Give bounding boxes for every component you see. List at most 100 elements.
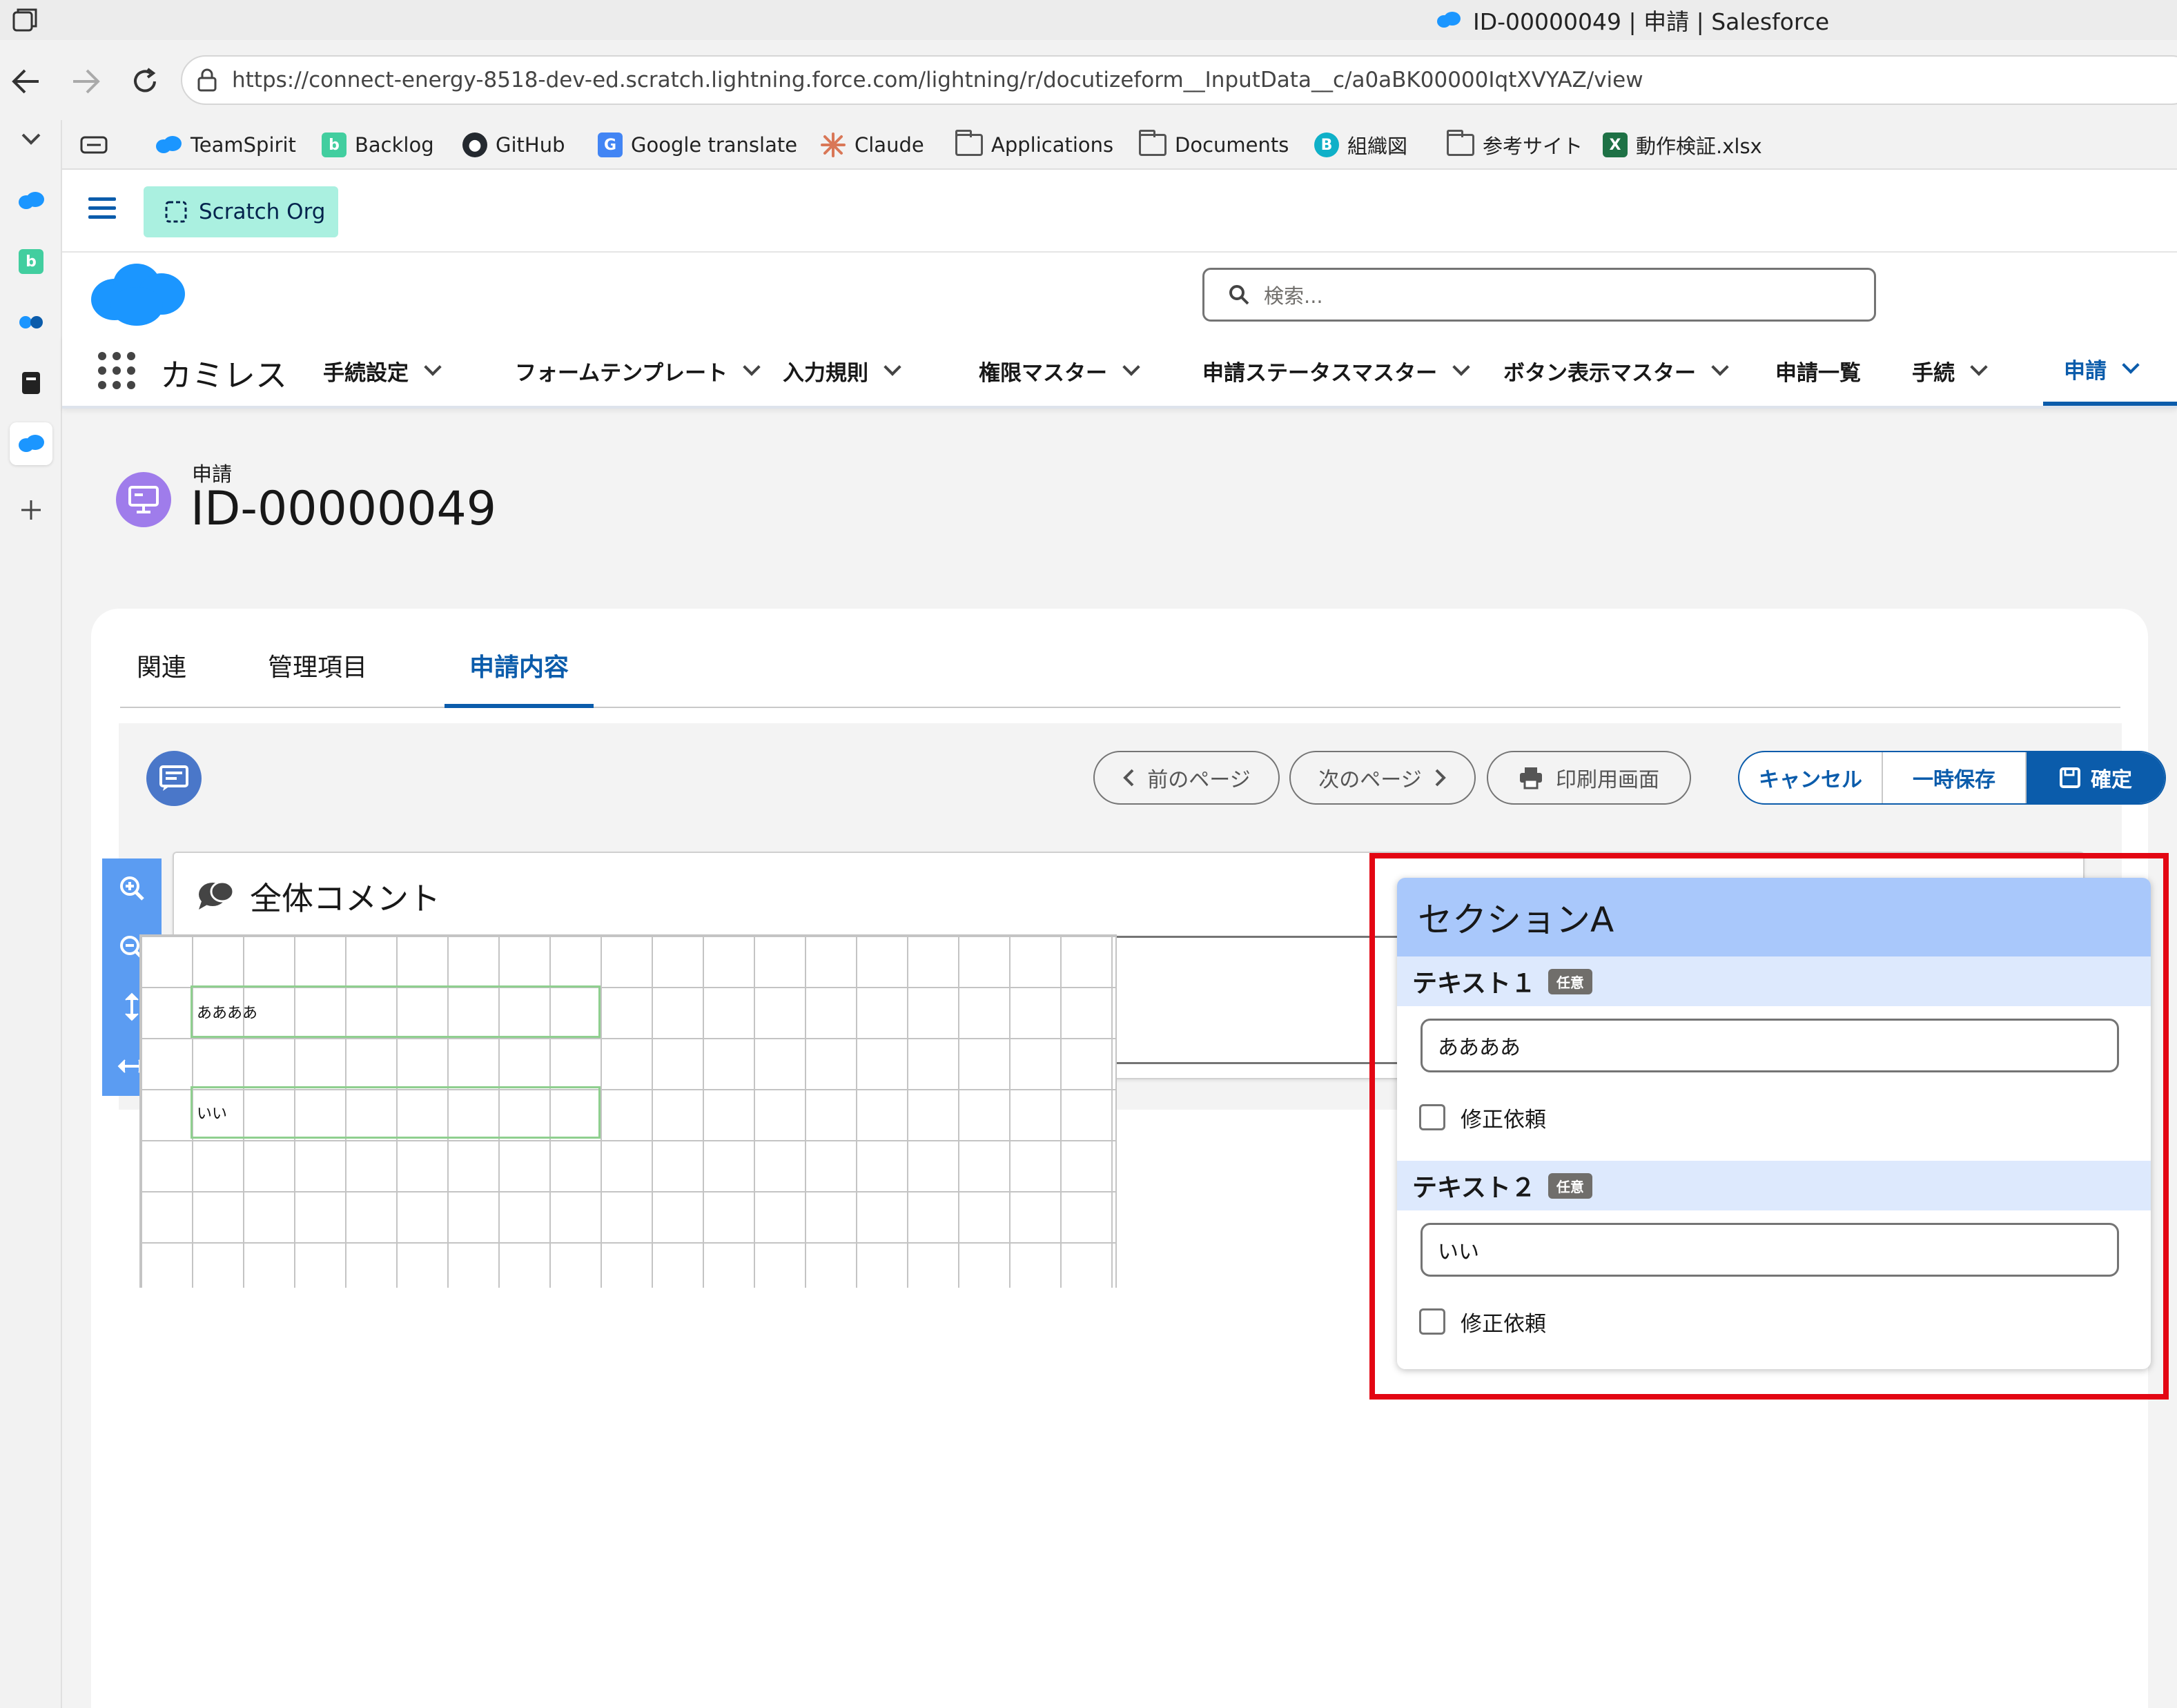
- bookmark-folder-documents[interactable]: Documents: [1139, 127, 1289, 163]
- bookmark-label: Applications: [991, 133, 1114, 157]
- bookmark-excel-file[interactable]: X 動作検証.xlsx: [1603, 127, 1762, 163]
- chevron-down-icon[interactable]: [2122, 356, 2140, 374]
- nav-item-button-display-master[interactable]: ボタン表示マスター: [1503, 335, 1729, 406]
- chevron-down-icon[interactable]: [424, 358, 442, 376]
- chat-bubbles-icon: [199, 881, 235, 910]
- nav-label: 手続設定: [323, 360, 409, 386]
- app-name: カミレス: [160, 357, 287, 394]
- nav-item-application[interactable]: 申請: [2043, 335, 2177, 406]
- next-page-button[interactable]: 次のページ: [1289, 751, 1476, 805]
- zoom-in-button[interactable]: [102, 858, 162, 918]
- reload-icon: [134, 68, 156, 92]
- preview-cell-text2[interactable]: いい: [191, 1086, 601, 1139]
- save-draft-button[interactable]: 一時保存: [1883, 752, 2027, 803]
- menu-icon[interactable]: [88, 197, 116, 222]
- chevron-down-icon[interactable]: [743, 358, 761, 376]
- bookmark-backlog[interactable]: b Backlog: [322, 127, 434, 163]
- forward-button[interactable]: [65, 61, 106, 102]
- nav-item-procedure[interactable]: 手続: [1912, 335, 1988, 406]
- confirm-button[interactable]: 確定: [2027, 752, 2165, 803]
- checkbox-label: 修正依頼: [1461, 1107, 1546, 1132]
- prev-page-label: 前のページ: [1147, 768, 1251, 792]
- monitor-icon: [128, 486, 159, 513]
- chevron-down-icon: [21, 133, 41, 145]
- section-a-panel: セクションA テキスト１ 任意 修正依頼 テキスト２ 任意 修正依頼: [1397, 878, 2151, 1369]
- org-dashed-icon: [165, 201, 187, 223]
- nav-item-permission-master[interactable]: 権限マスター: [979, 335, 1140, 406]
- bookmark-github[interactable]: ● GitHub: [462, 127, 565, 163]
- app-launcher-icon[interactable]: [98, 352, 135, 389]
- bookmark-label: Google translate: [631, 133, 798, 157]
- folder-icon: [1447, 130, 1474, 156]
- revision-request-checkbox[interactable]: [1419, 1308, 1445, 1335]
- back-arrow-icon: [12, 69, 39, 94]
- nav-item-application-list[interactable]: 申請一覧: [1775, 335, 1861, 406]
- text1-revision-request[interactable]: 修正依頼: [1419, 1100, 1546, 1135]
- global-search-input[interactable]: 検索...: [1202, 268, 1876, 322]
- sidebar-salesforce-active-tab[interactable]: [10, 422, 52, 465]
- sidebar-notes-tab[interactable]: [10, 362, 52, 404]
- bookmark-claude[interactable]: Claude: [820, 127, 924, 163]
- sidebar-collapse-button[interactable]: [10, 117, 52, 160]
- bookmark-google-translate[interactable]: G Google translate: [598, 127, 797, 163]
- nav-item-input-rules[interactable]: 入力規則: [783, 335, 901, 406]
- bookmark-folder-reference[interactable]: 参考サイト: [1447, 127, 1583, 163]
- url-text: https://connect-energy-8518-dev-ed.scrat…: [232, 68, 1643, 92]
- tab-application-content[interactable]: 申請内容: [445, 647, 594, 708]
- nav-item-form-template[interactable]: フォームテンプレート: [515, 335, 761, 406]
- cancel-label: キャンセル: [1759, 768, 1862, 792]
- tab-admin-items[interactable]: 管理項目: [248, 647, 387, 708]
- tab-actions-icon[interactable]: [10, 6, 41, 33]
- nav-label: ボタン表示マスター: [1503, 360, 1696, 386]
- chevron-down-icon[interactable]: [884, 358, 901, 376]
- bookmark-tab-actions[interactable]: [80, 127, 108, 163]
- nav-item-status-master[interactable]: 申請ステータスマスター: [1202, 335, 1470, 406]
- field-label: テキスト１: [1412, 970, 1536, 998]
- print-view-button[interactable]: 印刷用画面: [1487, 751, 1691, 805]
- bookmark-label: GitHub: [496, 133, 565, 157]
- chevron-down-icon[interactable]: [1970, 358, 1988, 376]
- bookmark-org-chart[interactable]: B 組織図: [1314, 127, 1407, 163]
- back-button[interactable]: [6, 61, 47, 102]
- revision-request-checkbox[interactable]: [1419, 1104, 1445, 1130]
- global-header: 検索...: [62, 253, 2177, 335]
- address-bar[interactable]: https://connect-energy-8518-dev-ed.scrat…: [181, 55, 2177, 105]
- bookmark-folder-applications[interactable]: Applications: [955, 127, 1113, 163]
- site-info-icon[interactable]: [196, 68, 218, 92]
- sidebar-backlog-tab[interactable]: b: [10, 240, 52, 283]
- cancel-button[interactable]: キャンセル: [1739, 752, 1883, 803]
- plus-icon: [21, 500, 41, 520]
- chevron-left-icon: [1123, 769, 1134, 787]
- chevron-down-icon[interactable]: [1711, 358, 1729, 376]
- bookmark-teamspirit[interactable]: TeamSpirit: [155, 127, 296, 163]
- salesforce-app: Scratch Org 検索... カミレス 手続設定 フォームテンプレート 入…: [62, 170, 2177, 1708]
- preview-cell-text1[interactable]: ああああ: [191, 985, 601, 1038]
- printer-icon: [1520, 767, 1542, 789]
- sidebar-salesforce-tab[interactable]: [10, 179, 52, 222]
- text2-revision-request[interactable]: 修正依頼: [1419, 1304, 1546, 1339]
- chevron-down-icon[interactable]: [1122, 358, 1140, 376]
- next-page-label: 次のページ: [1318, 768, 1422, 792]
- folder-icon: [1139, 130, 1166, 156]
- print-view-label: 印刷用画面: [1556, 768, 1659, 792]
- prev-page-button[interactable]: 前のページ: [1093, 751, 1280, 805]
- record-tabs: 関連 管理項目 申請内容: [120, 609, 2120, 708]
- sidebar-add-button[interactable]: [10, 489, 52, 531]
- scratch-org-badge[interactable]: Scratch Org: [144, 186, 338, 237]
- text2-input[interactable]: [1421, 1223, 2119, 1277]
- record-type-icon: [116, 472, 171, 527]
- form-preview-sheet: ああああ いい: [139, 934, 1117, 1288]
- translate-icon: G: [598, 132, 623, 157]
- reload-button[interactable]: [124, 61, 166, 102]
- window-title-text: ID-00000049 | 申請 | Salesforce: [1473, 8, 1830, 35]
- text1-input[interactable]: [1421, 1019, 2119, 1072]
- save-draft-label: 一時保存: [1913, 768, 1995, 792]
- chevron-down-icon[interactable]: [1452, 358, 1470, 376]
- bookmark-label: 組織図: [1347, 135, 1408, 158]
- tab-list-icon: [80, 136, 108, 154]
- record-title: ID-00000049: [191, 482, 497, 536]
- nav-item-procedure-settings[interactable]: 手続設定: [323, 335, 442, 406]
- tab-related[interactable]: 関連: [120, 647, 203, 708]
- sidebar-app-tab[interactable]: [10, 301, 52, 344]
- chevron-right-icon: [1435, 769, 1446, 787]
